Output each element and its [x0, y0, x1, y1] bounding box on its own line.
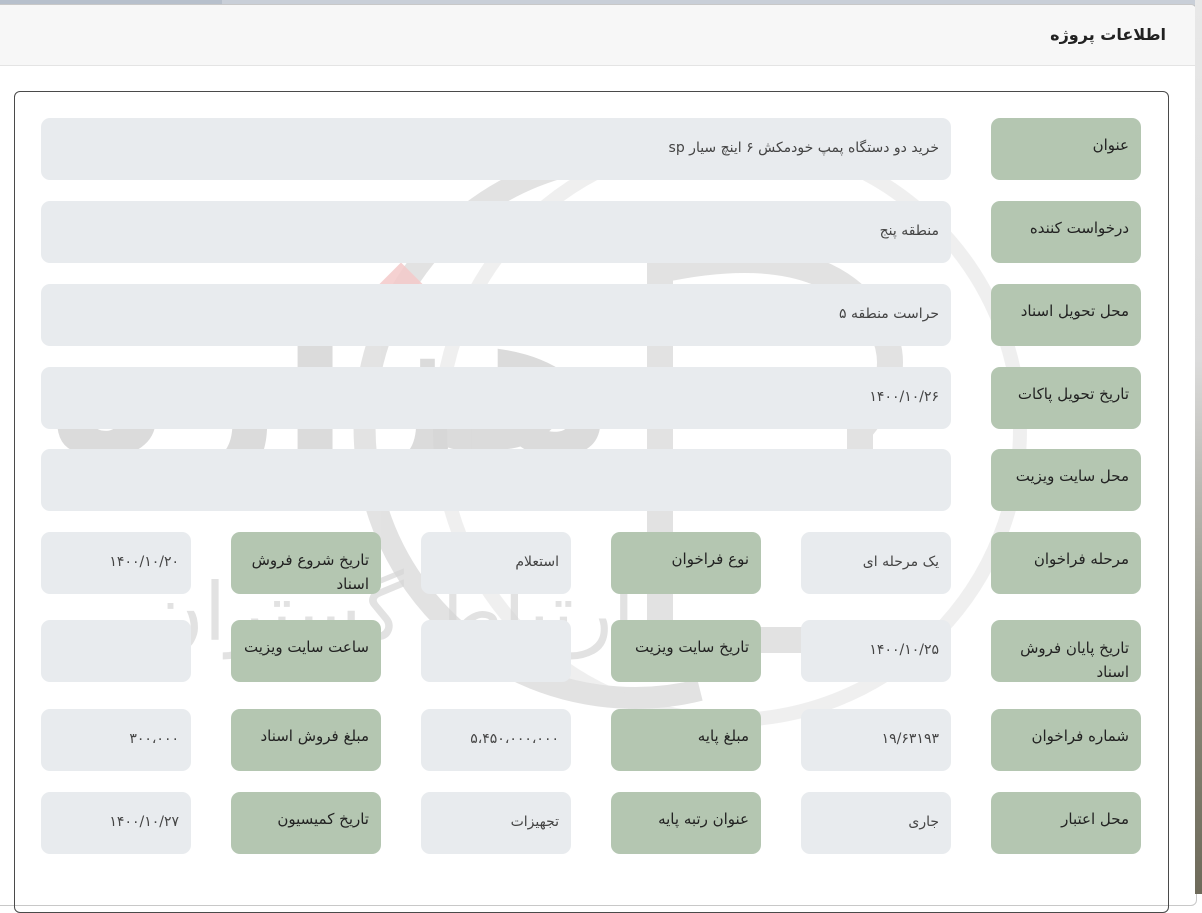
site-visit-time-field	[41, 620, 191, 682]
call-number-field: ۱۹/۶۳۱۹۳	[801, 709, 951, 771]
doc-sale-amount-field: ۳۰۰،۰۰۰	[41, 709, 191, 771]
label-requester: درخواست کننده	[991, 201, 1141, 263]
commission-date-field: ۱۴۰۰/۱۰/۲۷	[41, 792, 191, 854]
label-doc-delivery-place: محل تحویل اسناد	[991, 284, 1141, 346]
window-right-edge	[1195, 0, 1202, 894]
panel-title: اطلاعات پروژه	[1050, 25, 1166, 44]
label-site-visit-date: تاریخ سایت ویزیت	[611, 620, 761, 682]
label-call-number: شماره فراخوان	[991, 709, 1141, 771]
label-credit-source: محل اعتبار	[991, 792, 1141, 854]
site-visit-place-field	[41, 449, 951, 511]
label-commission-date: تاریخ کمیسیون	[231, 792, 381, 854]
base-amount-field: ۵،۴۵۰،۰۰۰،۰۰۰	[421, 709, 571, 771]
label-call-type: نوع فراخوان	[611, 532, 761, 594]
label-base-grade-title: عنوان رتبه پایه	[611, 792, 761, 854]
base-grade-title-field: تجهیزات	[421, 792, 571, 854]
site-visit-date-field	[421, 620, 571, 682]
doc-sale-start-field: ۱۴۰۰/۱۰/۲۰	[41, 532, 191, 594]
label-site-visit-place: محل سایت ویزیت	[991, 449, 1141, 511]
panel-header: اطلاعات پروژه	[0, 5, 1196, 66]
call-type-field: استعلام	[421, 532, 571, 594]
call-stage-field: یک مرحله ای	[801, 532, 951, 594]
packet-delivery-date-field: ۱۴۰۰/۱۰/۲۶	[41, 367, 951, 429]
label-doc-sale-amount: مبلغ فروش اسناد	[231, 709, 381, 771]
label-base-amount: مبلغ پایه	[611, 709, 761, 771]
doc-sale-end-field: ۱۴۰۰/۱۰/۲۵	[801, 620, 951, 682]
title-field: خرید دو دستگاه پمپ خودمکش ۶ اینچ سیار sp	[41, 118, 951, 180]
doc-delivery-place-field: حراست منطقه ۵	[41, 284, 951, 346]
label-doc-sale-end: تاریخ پایان فروش اسناد	[991, 620, 1141, 682]
label-title: عنوان	[991, 118, 1141, 180]
label-site-visit-time: ساعت سایت ویزیت	[231, 620, 381, 682]
credit-source-field: جاری	[801, 792, 951, 854]
requester-field: منطقه پنج	[41, 201, 951, 263]
label-packet-delivery-date: تاریخ تحویل پاکات	[991, 367, 1141, 429]
label-call-stage: مرحله فراخوان	[991, 532, 1141, 594]
label-doc-sale-start: تاریخ شروع فروش اسناد	[231, 532, 381, 594]
